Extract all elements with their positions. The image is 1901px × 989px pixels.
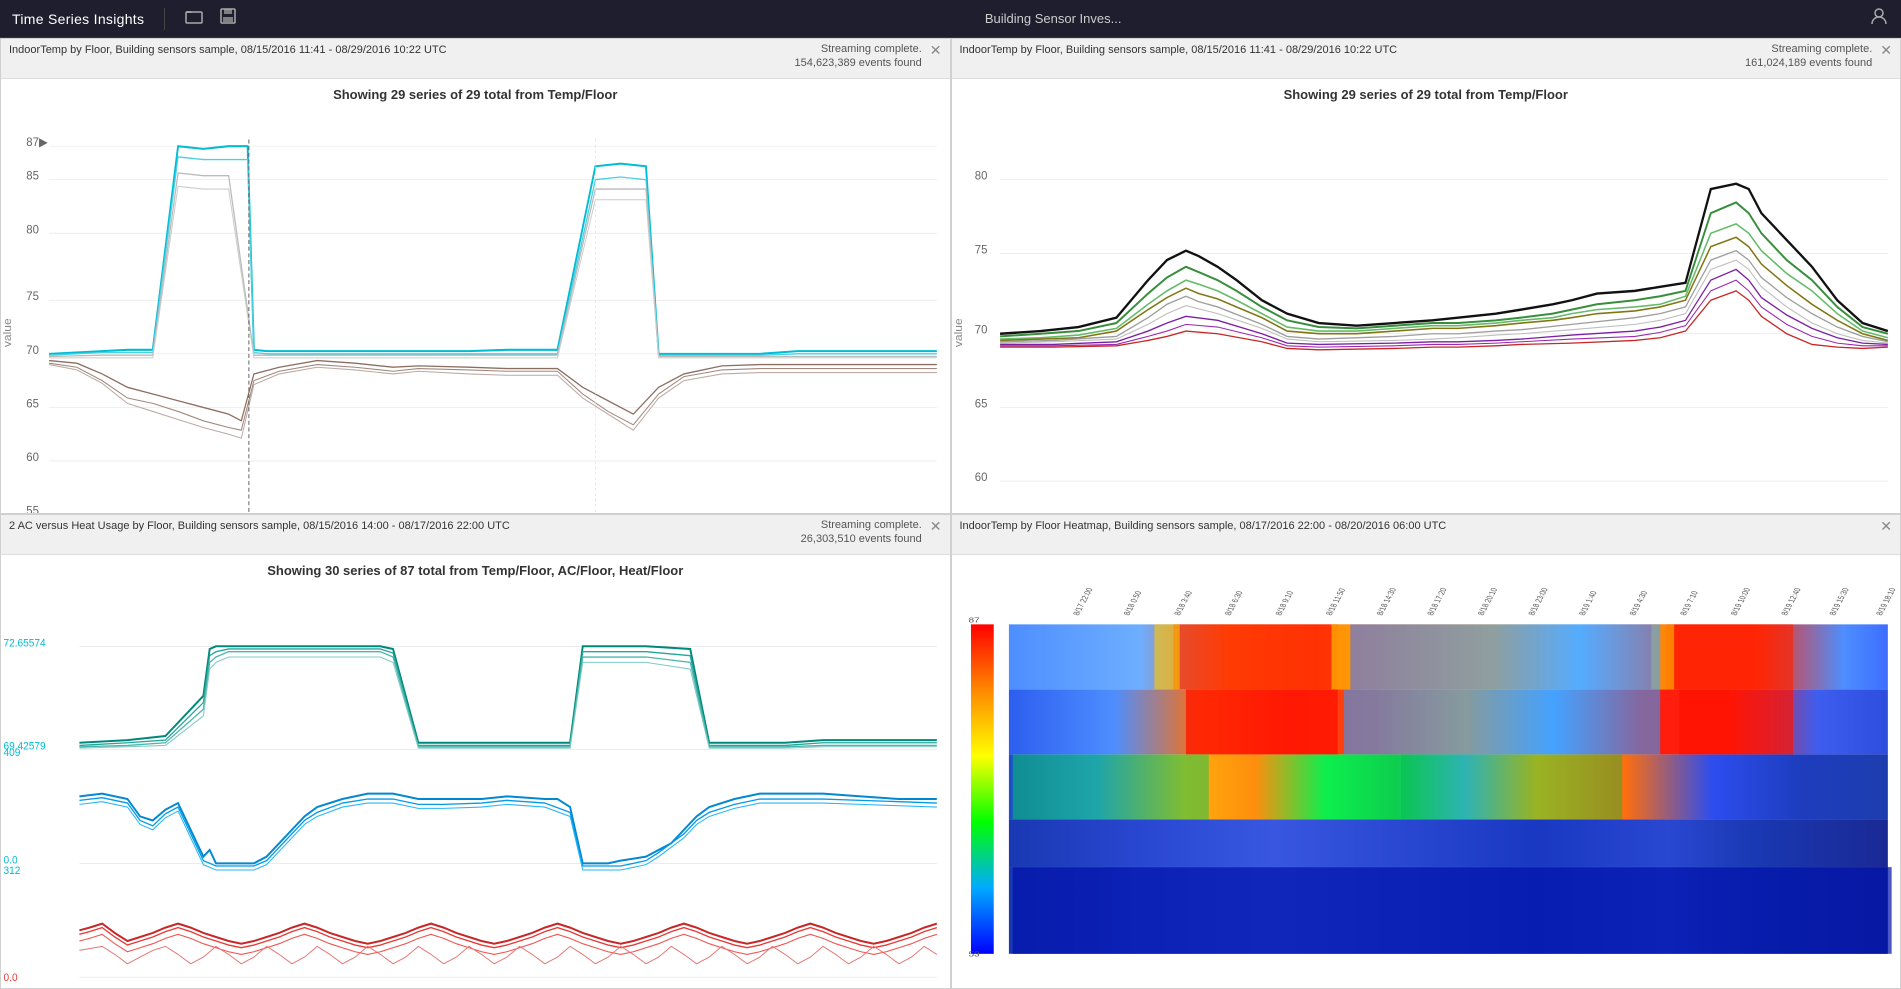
separator: [164, 8, 165, 30]
svg-text:409: 409: [4, 747, 21, 758]
heatmap-body: 8/17 22:00 8/18 0:50 8/18 3:40 8/18 6:30…: [952, 555, 1901, 989]
svg-text:53: 53: [968, 950, 979, 958]
panel-title-tr: IndoorTemp by Floor, Building sensors sa…: [960, 43, 1746, 58]
svg-text:65: 65: [26, 397, 39, 410]
panel-top-right: IndoorTemp by Floor, Building sensors sa…: [951, 38, 1901, 514]
svg-text:60: 60: [26, 451, 39, 464]
panel-header-br: IndoorTemp by Floor Heatmap, Building se…: [952, 515, 1901, 555]
user-icon[interactable]: [1869, 6, 1889, 31]
svg-text:312: 312: [4, 865, 21, 876]
svg-text:60: 60: [974, 471, 987, 484]
svg-text:55: 55: [26, 504, 39, 513]
save-icon[interactable]: [219, 7, 237, 30]
svg-text:8/18 14:30: 8/18 14:30: [1374, 586, 1398, 615]
svg-text:8/19 7:10: 8/19 7:10: [1677, 590, 1699, 616]
svg-text:8/19 15:30: 8/19 15:30: [1827, 586, 1851, 615]
events-count-bl: 26,303,510 events found: [801, 533, 922, 545]
panel-title-br: IndoorTemp by Floor Heatmap, Building se…: [960, 519, 1873, 534]
svg-text:8/19 4:30: 8/19 4:30: [1627, 590, 1649, 616]
panel-title-bl: 2 AC versus Heat Usage by Floor, Buildin…: [9, 519, 801, 534]
panel-bottom-right: IndoorTemp by Floor Heatmap, Building se…: [951, 514, 1901, 989]
streaming-status-tr: Streaming complete.: [1771, 43, 1872, 55]
chart-title-bl: Showing 30 series of 87 total from Temp/…: [1, 555, 950, 582]
app-title: Time Series Insights: [12, 11, 144, 27]
svg-text:85: 85: [26, 169, 39, 182]
svg-text:72.65574: 72.65574: [4, 638, 46, 649]
panel-top-left: IndoorTemp by Floor, Building sensors sa…: [0, 38, 951, 514]
main-area: IndoorTemp by Floor, Building sensors sa…: [0, 38, 1901, 989]
folder-icon[interactable]: [185, 8, 203, 29]
svg-text:87▶: 87▶: [26, 136, 48, 149]
svg-text:75: 75: [974, 243, 987, 256]
svg-text:70: 70: [26, 344, 39, 357]
chart-body-bl: Showing 30 series of 87 total from Temp/…: [1, 555, 950, 989]
chart-title-tr: Showing 29 series of 29 total from Temp/…: [952, 79, 1901, 106]
svg-text:70: 70: [974, 323, 987, 336]
panel-bottom-left: 2 AC versus Heat Usage by Floor, Buildin…: [0, 514, 951, 989]
svg-text:8/18 23:00: 8/18 23:00: [1526, 586, 1550, 615]
chart-svg-tr: 80 75 70 65 60 value: [952, 106, 1901, 514]
svg-text:8/19 12:40: 8/19 12:40: [1779, 586, 1803, 615]
svg-text:65: 65: [974, 397, 987, 410]
svg-text:0.0: 0.0: [4, 855, 18, 866]
svg-text:8/17 22:00: 8/17 22:00: [1070, 586, 1094, 615]
chart-svg-bl: 72.65574 69.42579 409 0.0 312: [1, 582, 950, 989]
svg-text:0.0: 0.0: [4, 972, 18, 983]
panel-header-top-left: IndoorTemp by Floor, Building sensors sa…: [1, 39, 950, 79]
chart-svg-tl: 87▶ 85 80 75 70 65 60 55 value: [1, 106, 950, 514]
svg-text:8/19 18:10: 8/19 18:10: [1873, 586, 1897, 615]
heatmap-svg: 8/17 22:00 8/18 0:50 8/18 3:40 8/18 6:30…: [952, 555, 1901, 989]
chart-title-tl: Showing 29 series of 29 total from Temp/…: [1, 79, 950, 106]
svg-text:8/18 20:10: 8/18 20:10: [1475, 586, 1499, 615]
streaming-status-bl: Streaming complete.: [821, 519, 922, 531]
close-btn-br[interactable]: ✕: [1880, 519, 1892, 533]
svg-text:8/18 6:30: 8/18 6:30: [1222, 590, 1244, 616]
svg-text:8/19 10:00: 8/19 10:00: [1728, 586, 1752, 615]
panel-header-bl: 2 AC versus Heat Usage by Floor, Buildin…: [1, 515, 950, 555]
svg-text:value: value: [1, 318, 14, 347]
svg-text:8/18 0:50: 8/18 0:50: [1121, 590, 1143, 616]
titlebar: Time Series Insights Building Sensor Inv…: [0, 0, 1901, 38]
svg-text:8/18 11:50: 8/18 11:50: [1323, 587, 1347, 616]
svg-text:80: 80: [974, 169, 987, 182]
events-count-tl: 154,623,389 events found: [795, 57, 922, 69]
close-btn-tr[interactable]: ✕: [1880, 43, 1892, 57]
svg-text:75: 75: [26, 290, 39, 303]
close-btn-tl[interactable]: ✕: [930, 43, 942, 57]
chart-body-tl: Showing 29 series of 29 total from Temp/…: [1, 79, 950, 514]
panel-header-top-right: IndoorTemp by Floor, Building sensors sa…: [952, 39, 1901, 79]
svg-text:80: 80: [26, 223, 39, 236]
svg-text:8/18 17:20: 8/18 17:20: [1424, 586, 1448, 615]
window-title: Building Sensor Inves...: [253, 11, 1853, 26]
svg-text:value: value: [952, 318, 965, 347]
events-count-tr: 161,024,189 events found: [1745, 57, 1872, 69]
streaming-status-tl: Streaming complete.: [821, 43, 922, 55]
svg-text:87: 87: [968, 616, 979, 624]
svg-text:8/19 1:40: 8/19 1:40: [1576, 590, 1598, 616]
svg-text:8/18 9:10: 8/18 9:10: [1273, 590, 1295, 616]
close-btn-bl[interactable]: ✕: [930, 519, 942, 533]
svg-text:8/18 3:40: 8/18 3:40: [1171, 590, 1193, 616]
chart-body-tr: Showing 29 series of 29 total from Temp/…: [952, 79, 1901, 514]
panel-title-top-left: IndoorTemp by Floor, Building sensors sa…: [9, 43, 795, 58]
